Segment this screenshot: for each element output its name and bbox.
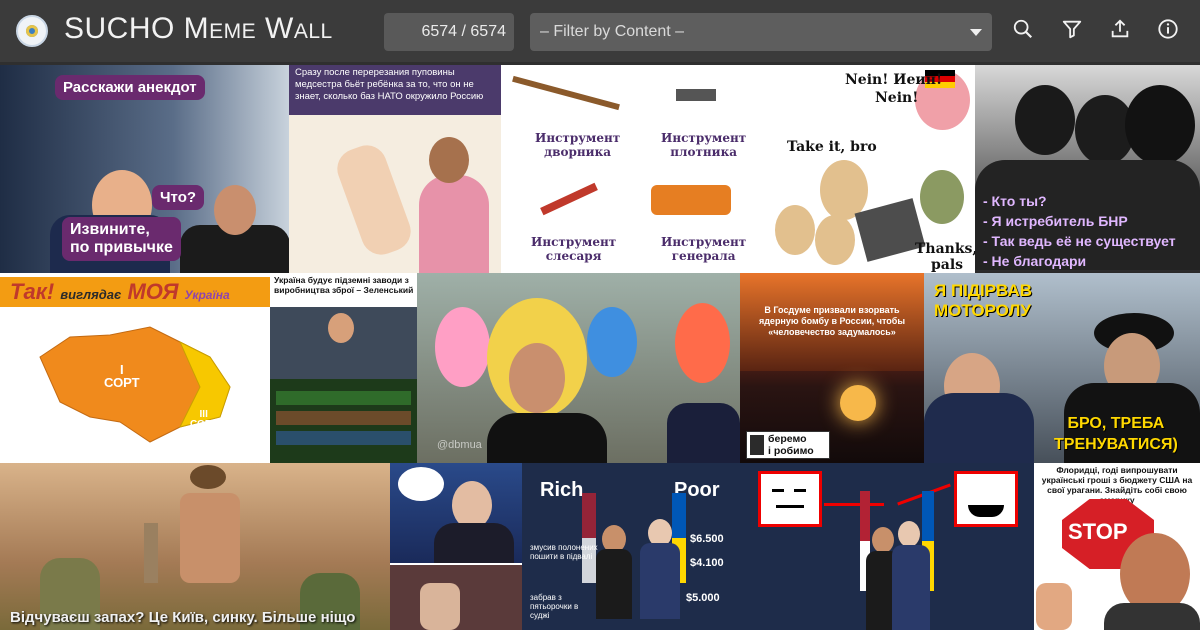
watermark: @dbmua	[437, 439, 482, 451]
meme-caption-line: Thanks,	[915, 241, 975, 257]
meme-tile-3[interactable]: Инструмент дворника Инструмент плотника Ин…	[501, 65, 765, 273]
image-counter: 6574 / 6574	[384, 13, 514, 51]
meme-caption: Rich	[540, 479, 584, 501]
search-icon[interactable]	[1012, 18, 1040, 46]
meme-caption-line: Инструмент	[531, 235, 617, 249]
meme-caption: забрав з пятьорочки в суджі	[530, 593, 579, 620]
meme-caption-line: Nein! Иеин!	[845, 72, 943, 88]
meme-caption-line: БРО, ТРЕБА	[1067, 415, 1165, 432]
meme-caption: БРО, ТРЕБА ТРЕНУВАТИСЯ)	[1054, 413, 1178, 455]
meme-tile-7[interactable]: Україна будує підземні заводи з виробниц…	[270, 273, 417, 463]
meme-caption: Відчуваєш запах? Це Київ, синку. Більше …	[10, 609, 356, 626]
meme-caption-line: слесаря	[545, 249, 602, 263]
price-label: $6.500	[690, 533, 724, 545]
app-title: SUCHO Meme Wall	[64, 12, 333, 45]
meme-tile-12[interactable]	[390, 463, 522, 630]
meme-caption: Україна будує підземні заводи з виробниц…	[274, 275, 414, 295]
meme-caption: Так! виглядає МОЯ Україна	[10, 279, 230, 305]
map-label: III СОРТ	[190, 410, 217, 430]
meme-caption: - Кто ты? - Я истребитель БНР - Так ведь…	[983, 191, 1176, 271]
meme-caption: Извините, по привычке	[62, 217, 181, 261]
meme-caption-line: - Я истребитель БНР	[983, 213, 1128, 229]
chevron-down-icon	[970, 29, 982, 36]
meme-tile-2[interactable]: Сразу после перерезания пуповины медсест…	[289, 65, 501, 273]
meme-caption: Расскажи анекдот	[55, 75, 205, 100]
meme-caption-line: по привычке	[70, 239, 173, 256]
meme-tile-11[interactable]: Відчуваєш запах? Це Київ, синку. Більше …	[0, 463, 390, 630]
meme-caption: Nein! Иеин! Nein!	[845, 71, 942, 107]
brand-logo-line: беремо	[768, 433, 807, 445]
price-label: $4.100	[690, 557, 724, 569]
meme-caption-line: - Кто ты?	[983, 193, 1047, 209]
meme-caption: змусив полонених пошити в підвалі	[530, 543, 598, 561]
meme-caption: В Госдуме призвали взорвать ядерную бомб…	[758, 305, 906, 337]
map-label-line: СОРТ	[104, 375, 140, 390]
meme-tile-8[interactable]: @dbmua	[417, 273, 740, 463]
meme-tile-14[interactable]	[742, 463, 1034, 630]
meme-caption-line: Nein!	[875, 90, 919, 106]
meme-caption-part: виглядає	[60, 287, 122, 302]
meme-tile-4[interactable]: Nein! Иеин! Nein! Take it, bro Thanks, pal…	[765, 65, 975, 273]
brand-logo: беремо і робимо	[768, 433, 814, 457]
meme-caption-line: - Не благодари	[983, 253, 1087, 269]
meme-caption: Сразу после перерезания пуповины медсест…	[295, 67, 484, 102]
meme-caption: Инструмент плотника	[661, 131, 746, 159]
meme-tile-5[interactable]: - Кто ты? - Я истребитель БНР - Так ведь…	[975, 65, 1200, 273]
meme-caption-line: ТРЕНУВАТИСЯ)	[1054, 436, 1178, 453]
meme-caption-part: Україна	[184, 288, 230, 302]
meme-caption: Take it, bro	[787, 139, 877, 155]
meme-caption-line: Я ПІДІРВАВ	[934, 281, 1033, 300]
meme-caption-part: МОЯ	[127, 279, 179, 304]
top-bar: SUCHO Meme Wall 6574 / 6574 – Filter by …	[0, 0, 1200, 64]
meme-caption: STOP	[1068, 519, 1128, 544]
meme-tile-1[interactable]: Расскажи анекдот Что? Извините, по привы…	[0, 65, 289, 273]
meme-caption-line: - Так ведь её не существует	[983, 233, 1176, 249]
meme-caption-line: МОТОРОЛУ	[934, 301, 1031, 320]
meme-caption-line: дворника	[544, 145, 612, 159]
meme-tile-10[interactable]: Я ПІДІРВАВ МОТОРОЛУ БРО, ТРЕБА ТРЕНУВАТИСЯ…	[924, 273, 1200, 463]
share-icon[interactable]	[1109, 18, 1137, 46]
meme-caption: Инструмент дворника	[535, 131, 620, 159]
meme-tile-9[interactable]: В Госдуме призвали взорвать ядерную бомб…	[740, 273, 924, 463]
meme-caption-line: Инструмент	[661, 235, 747, 249]
sucho-logo	[16, 15, 48, 47]
meme-caption-part: Так!	[10, 279, 55, 304]
meme-tile-6[interactable]: Так! виглядає МОЯ Україна I СОРТ III СОРТ	[0, 273, 270, 463]
meme-tile-13[interactable]: Rich Poor змусив полонених пошити в підв…	[522, 463, 742, 630]
brand-logo-line: і робимо	[768, 445, 814, 457]
meme-caption-line: Инструмент	[661, 131, 747, 145]
meme-caption: Я ПІДІРВАВ МОТОРОЛУ	[934, 281, 1032, 321]
meme-caption: Thanks, pals	[915, 241, 975, 273]
meme-caption: Что?	[152, 185, 205, 210]
meme-caption-line: плотника	[670, 145, 738, 159]
map-label: I СОРТ	[104, 363, 140, 389]
info-icon[interactable]	[1157, 18, 1185, 46]
filter-select-label: – Filter by Content –	[540, 23, 685, 40]
meme-tile-15[interactable]: Флоридці, годі випрошувати українські гр…	[1034, 463, 1200, 630]
meme-caption: Инструмент слесаря	[531, 235, 616, 263]
filter-icon[interactable]	[1061, 18, 1089, 46]
map-label-line: СОРТ	[190, 419, 218, 430]
meme-caption-line: Инструмент	[535, 131, 621, 145]
meme-caption-line: Извините,	[70, 221, 150, 238]
meme-caption-line: pals	[931, 257, 964, 273]
content-filter-select[interactable]: – Filter by Content –	[530, 13, 992, 51]
meme-caption: Инструмент генерала	[661, 235, 746, 263]
price-label: $5.000	[686, 592, 720, 604]
meme-caption-line: генерала	[671, 249, 736, 263]
